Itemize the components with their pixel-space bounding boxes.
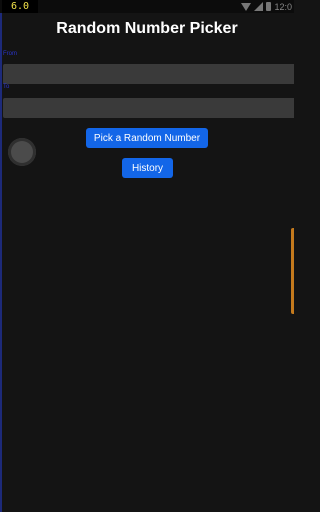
status-bar: 6.0 12:0 [0, 0, 294, 13]
battery-icon [266, 2, 272, 11]
from-label: From [3, 51, 17, 57]
wifi-icon [241, 2, 252, 11]
from-input[interactable] [3, 64, 294, 84]
status-time: 12:0 [274, 1, 292, 12]
to-input[interactable] [3, 98, 294, 118]
pick-random-number-button[interactable]: Pick a Random Number [86, 128, 208, 148]
to-label: To [3, 84, 10, 90]
page-title: Random Number Picker [56, 20, 238, 37]
left-edge-indicator [0, 13, 2, 512]
signal-icon [254, 2, 264, 11]
history-button[interactable]: History [122, 158, 173, 178]
floating-assistive-button[interactable] [8, 138, 36, 166]
edge-swipe-handle[interactable] [291, 228, 294, 314]
fps-counter: 6.0 [2, 0, 38, 13]
status-icons: 12:0 [241, 0, 294, 13]
